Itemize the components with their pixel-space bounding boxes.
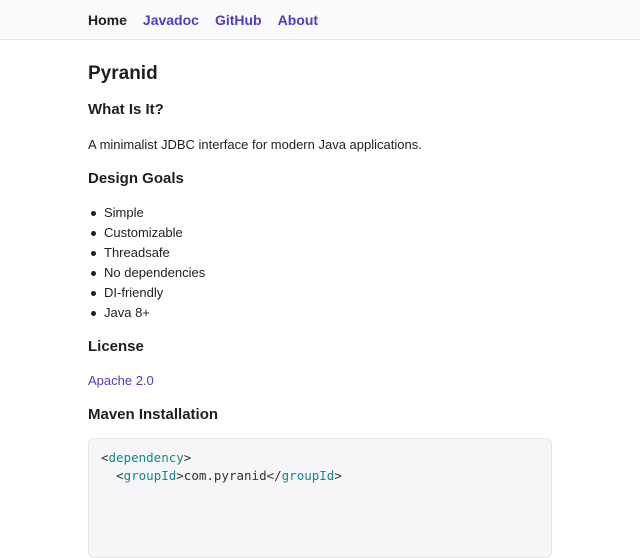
page-title: Pyranid [88, 63, 158, 84]
list-item: Java 8+ [88, 303, 205, 323]
section-heading-goals: Design Goals [88, 170, 184, 187]
code-line-2: <groupId>com.pyranid</groupId> [116, 468, 342, 483]
list-item: Simple [88, 203, 205, 223]
design-goals-list: Simple Customizable Threadsafe No depend… [88, 203, 205, 323]
nav-link-about[interactable]: About [278, 11, 318, 29]
list-item: Customizable [88, 223, 205, 243]
section-heading-what: What Is It? [88, 101, 164, 118]
section-heading-license: License [88, 338, 144, 355]
nav-link-home[interactable]: Home [88, 11, 127, 29]
list-item: DI-friendly [88, 283, 205, 303]
license-link[interactable]: Apache 2.0 [88, 373, 154, 388]
nav-link-github[interactable]: GitHub [215, 11, 262, 29]
nav-link-javadoc[interactable]: Javadoc [143, 11, 199, 29]
list-item: Threadsafe [88, 243, 205, 263]
code-block: <dependency> <groupId>com.pyranid</group… [88, 438, 552, 558]
code-line-1: <dependency> [101, 450, 192, 465]
section-heading-maven: Maven Installation [88, 406, 219, 423]
list-item: No dependencies [88, 263, 205, 283]
top-navigation: Home Javadoc GitHub About [0, 0, 640, 40]
license-paragraph: Apache 2.0 [88, 372, 154, 390]
description-text: A minimalist JDBC interface for modern J… [88, 137, 422, 152]
nav-links: Home Javadoc GitHub About [88, 11, 318, 29]
